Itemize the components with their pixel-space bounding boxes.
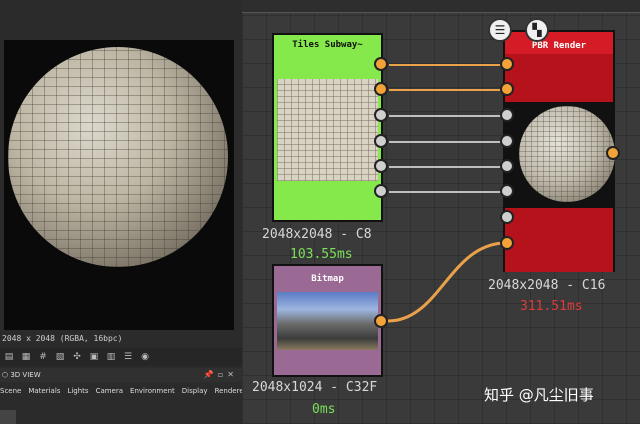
bitmap-time-label: 0ms	[312, 402, 336, 417]
checker-icon[interactable]: ▦	[21, 352, 31, 362]
color-icon[interactable]: ◉	[140, 352, 150, 362]
render-input-port-1[interactable]	[500, 57, 514, 71]
node-render-title: PBR Render	[531, 41, 587, 51]
render-output-port[interactable]	[606, 146, 620, 160]
node-pbr-render[interactable]: PBR Render	[503, 30, 615, 272]
node-bitmap[interactable]: Bitmap	[272, 264, 383, 377]
panel-title-bar: ⬡ 3D VIEW 📌▫✕	[0, 368, 242, 382]
preview-sphere	[8, 47, 228, 267]
checker-preview-icon[interactable]: ▚	[525, 18, 549, 42]
render-preview	[505, 102, 615, 208]
node-tiles-subway[interactable]: Tiles Subway~	[272, 33, 383, 222]
tiles-output-port-1[interactable]	[374, 57, 388, 71]
viewport-resolution: 2048 x 2048 (RGBA, 16bpc)	[2, 334, 123, 343]
wire-tiles-render-2	[389, 89, 501, 91]
render-footer	[505, 210, 613, 272]
render-input-port-2[interactable]	[500, 82, 514, 96]
menu-materials[interactable]: Materials	[28, 387, 60, 395]
pattern-icon[interactable]: ▧	[55, 352, 65, 362]
watermark: 知乎 @凡尘旧事	[484, 386, 594, 404]
image-icon[interactable]: ▣	[89, 352, 99, 362]
panel-title: 3D VIEW	[10, 371, 41, 379]
histogram-icon[interactable]: ▥	[106, 352, 116, 362]
bitmap-thumbnail	[277, 292, 378, 350]
left-panel: 2048 x 2048 (RGBA, 16bpc) ▤ ▦ # ▧ ✣ ▣ ▥ …	[0, 0, 247, 424]
tiles-output-port-4[interactable]	[374, 134, 388, 148]
menu-scene[interactable]: Scene	[0, 387, 21, 395]
render-input-port-7[interactable]	[500, 210, 514, 224]
graph-toolbar	[242, 0, 640, 13]
document-icon[interactable]: ☰	[488, 18, 512, 42]
render-input-port-6[interactable]	[500, 184, 514, 198]
wire-tiles-render-5	[389, 166, 501, 168]
tiles-time-label: 103.55ms	[290, 247, 353, 262]
tiles-output-port-5[interactable]	[374, 159, 388, 173]
render-sphere	[519, 106, 615, 202]
bitmap-output-port[interactable]	[374, 314, 388, 328]
tiles-output-port-6[interactable]	[374, 184, 388, 198]
menu-lights[interactable]: Lights	[67, 387, 88, 395]
bitmap-size-label: 2048x1024 - C32F	[252, 380, 378, 395]
3d-view-icon: ⬡	[2, 371, 11, 379]
menu-display[interactable]: Display	[182, 387, 208, 395]
render-input-port-3[interactable]	[500, 108, 514, 122]
render-input-port-4[interactable]	[500, 134, 514, 148]
menu-environment[interactable]: Environment	[130, 387, 175, 395]
grid-icon[interactable]: #	[38, 352, 48, 362]
panel-controls[interactable]: 📌▫✕	[204, 370, 238, 379]
panel-menu: Scene Materials Lights Camera Environmen…	[0, 384, 247, 398]
node-tiles-title: Tiles Subway~	[292, 40, 363, 50]
render-input-port-5[interactable]	[500, 159, 514, 173]
viewport-toolbar: ▤ ▦ # ▧ ✣ ▣ ▥ ☰ ◉	[0, 348, 242, 366]
wire-tiles-render-6	[389, 191, 501, 193]
wire-tiles-render-1	[389, 64, 501, 66]
wire-tiles-render-4	[389, 141, 501, 143]
layers-icon[interactable]: ▤	[4, 352, 14, 362]
tiles-size-label: 2048x2048 - C8	[262, 227, 372, 242]
render-size-label: 2048x2048 - C16	[488, 278, 606, 293]
tiles-thumbnail	[277, 79, 378, 181]
tiles-output-port-2[interactable]	[374, 82, 388, 96]
tool-icon[interactable]: ✣	[72, 352, 82, 362]
render-time-label: 311.51ms	[520, 299, 583, 314]
list-icon[interactable]: ☰	[123, 352, 133, 362]
tiles-output-port-3[interactable]	[374, 108, 388, 122]
camera-icon[interactable]	[0, 410, 16, 424]
node-bitmap-title: Bitmap	[311, 274, 344, 284]
wire-tiles-render-3	[389, 115, 501, 117]
render-input-port-8[interactable]	[500, 236, 514, 250]
menu-camera[interactable]: Camera	[96, 387, 123, 395]
